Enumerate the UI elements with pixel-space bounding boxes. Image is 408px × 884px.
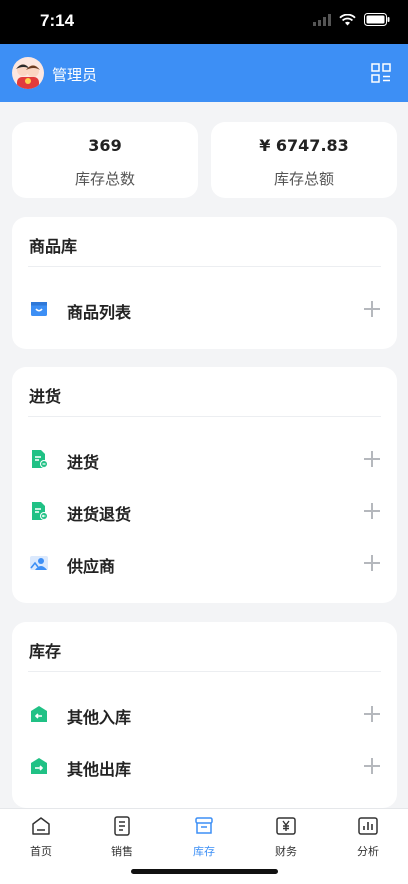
stock-out-icon <box>31 758 47 774</box>
divider <box>28 416 381 417</box>
home-indicator <box>131 869 278 874</box>
plus-icon[interactable] <box>363 705 381 723</box>
stock-amount-card[interactable]: ¥ 6747.83 库存总额 <box>211 122 397 198</box>
menu-item-supplier[interactable]: 供应商 <box>12 543 397 583</box>
analysis-chart-icon <box>358 817 378 835</box>
grid-menu-icon[interactable] <box>370 62 392 84</box>
tab-sales[interactable]: 销售 <box>92 815 152 863</box>
menu-item-label: 其他出库 <box>67 760 132 779</box>
status-icons <box>313 13 390 26</box>
plus-icon[interactable] <box>363 502 381 520</box>
plus-icon[interactable] <box>363 300 381 318</box>
divider <box>28 266 381 267</box>
tab-finance[interactable]: 财务 <box>256 815 316 863</box>
tab-label: 分析 <box>357 845 379 858</box>
plus-icon[interactable] <box>363 757 381 775</box>
section-purchase: 进货 进货 进货退货 供应商 <box>12 367 397 603</box>
supplier-icon <box>30 556 48 570</box>
status-bar: 7:14 <box>0 0 408 44</box>
purchase-doc-icon <box>32 450 48 468</box>
section-title: 进货 <box>29 387 62 406</box>
signal-icon <box>313 13 331 26</box>
sales-doc-icon <box>114 816 130 836</box>
stock-total-card[interactable]: 369 库存总数 <box>12 122 198 198</box>
menu-item-other-stock-in[interactable]: 其他入库 <box>12 694 397 734</box>
stock-amount-label: 库存总额 <box>273 170 334 188</box>
menu-item-label: 进货退货 <box>67 505 132 524</box>
tab-label: 财务 <box>275 845 297 858</box>
tab-label: 首页 <box>30 845 52 858</box>
stock-in-icon <box>31 706 47 722</box>
finance-yen-icon <box>276 817 296 835</box>
menu-item-label: 其他入库 <box>67 708 132 727</box>
menu-item-purchase[interactable]: 进货 <box>12 439 397 479</box>
wifi-icon <box>339 13 356 25</box>
menu-item-other-stock-out[interactable]: 其他出库 <box>12 746 397 786</box>
status-time: 7:14 <box>40 11 75 30</box>
battery-icon <box>364 13 390 26</box>
section-product-library: 商品库 商品列表 <box>12 217 397 349</box>
menu-item-product-list[interactable]: 商品列表 <box>12 289 397 329</box>
tab-inventory[interactable]: 库存 <box>174 815 234 863</box>
user-name: 管理员 <box>52 66 98 84</box>
purchase-return-doc-icon <box>32 502 48 520</box>
tab-analysis[interactable]: 分析 <box>338 815 398 863</box>
menu-item-label: 进货 <box>67 453 100 472</box>
plus-icon[interactable] <box>363 450 381 468</box>
avatar[interactable] <box>12 57 44 89</box>
menu-item-label: 商品列表 <box>67 303 132 322</box>
divider <box>28 671 381 672</box>
stock-amount-value: ¥ 6747.83 <box>259 136 349 155</box>
tab-label: 销售 <box>111 845 133 858</box>
home-icon <box>32 817 50 835</box>
menu-item-purchase-return[interactable]: 进货退货 <box>12 491 397 531</box>
menu-item-label: 供应商 <box>67 557 116 576</box>
shopping-bag-icon <box>31 302 47 316</box>
stock-total-label: 库存总数 <box>74 170 135 188</box>
stock-total-value: 369 <box>88 136 122 155</box>
inventory-box-icon <box>195 817 213 834</box>
section-title: 商品库 <box>29 237 78 256</box>
section-inventory: 库存 其他入库 其他出库 <box>12 622 397 808</box>
tab-label: 库存 <box>193 845 215 858</box>
app-header: 管理员 <box>0 44 408 102</box>
section-title: 库存 <box>29 642 62 661</box>
tab-home[interactable]: 首页 <box>11 815 71 863</box>
plus-icon[interactable] <box>363 554 381 572</box>
